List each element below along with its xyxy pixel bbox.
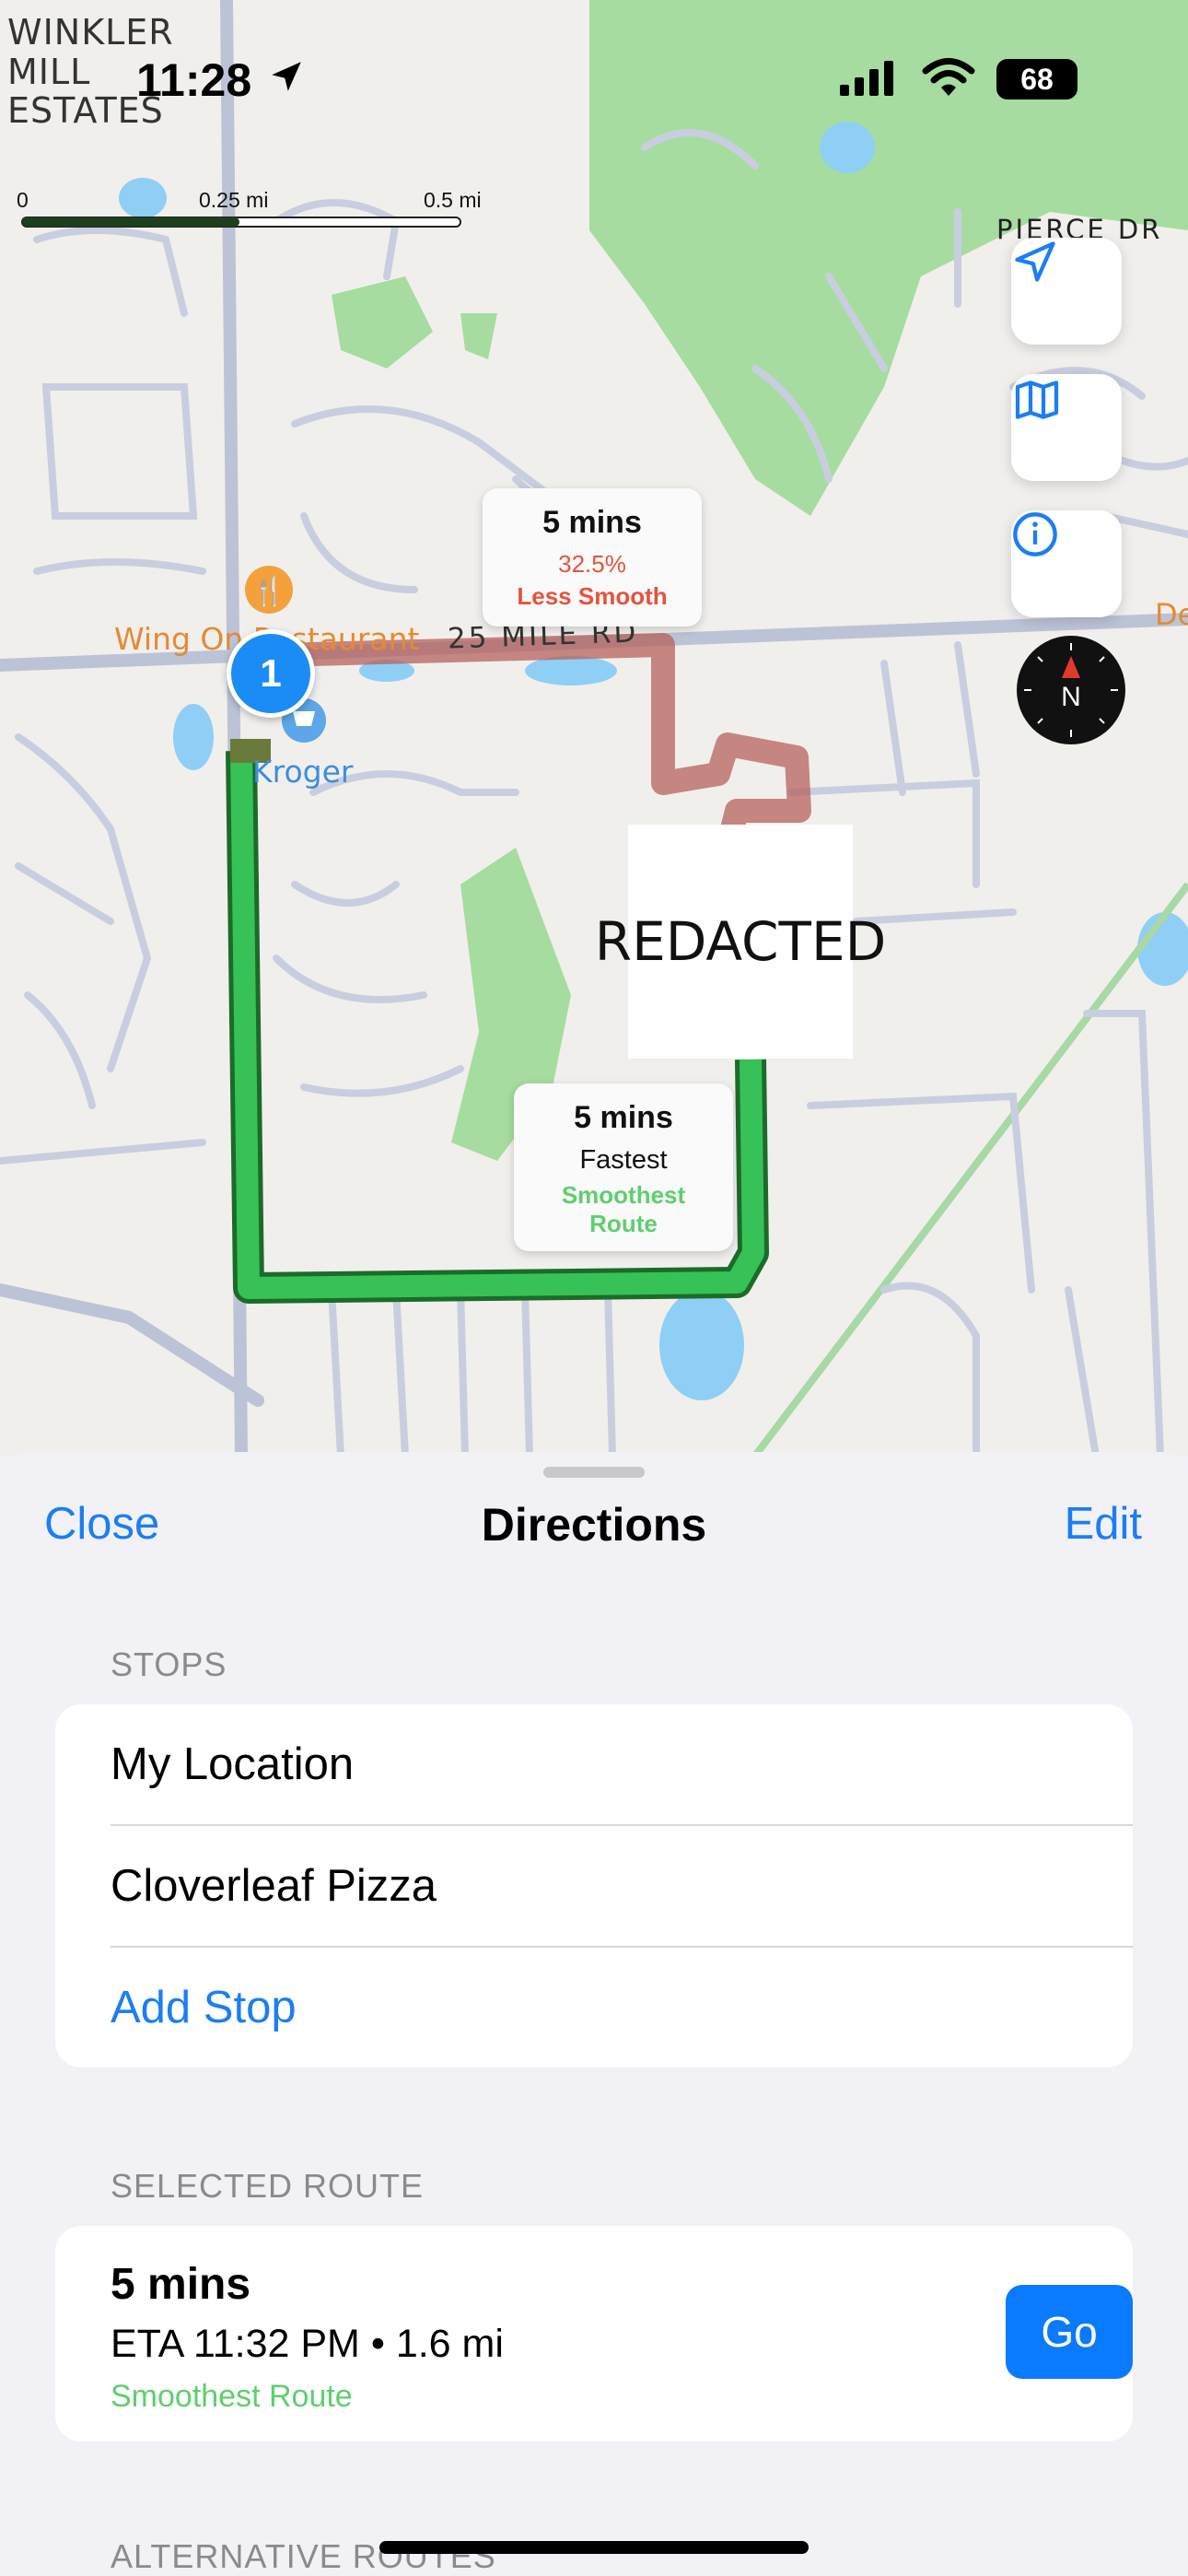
scale-label-2: 0.5 mi [424,188,482,212]
alt-route-time: 5 mins [542,505,642,540]
track-location-button[interactable] [1011,238,1122,345]
go-button[interactable]: Go [1006,2285,1133,2379]
battery-level: 68 [1020,62,1054,96]
stop-item-cloverleaf-pizza[interactable]: Cloverleaf Pizza [111,1826,1133,1948]
compass-label: N [1061,682,1081,712]
sheet-title: Directions [481,1499,707,1551]
battery-indicator: 68 [996,59,1077,100]
info-icon [1013,512,1057,556]
alt-route-callout[interactable]: 5 mins 32.5% Less Smooth [483,488,702,626]
stops-section-label: STOPS [111,1645,227,1683]
status-time: 11:28 [136,54,252,106]
info-button[interactable] [1011,510,1122,617]
route-duration: 5 mins [111,2260,251,2309]
main-route-time: 5 mins [574,1100,673,1135]
alt-route-desc: Less Smooth [517,582,668,610]
main-route-fastest: Fastest [579,1145,668,1175]
route-tag: Smoothest Route [111,2379,353,2414]
svg-text:🍴: 🍴 [251,575,285,608]
selected-route-card[interactable]: 5 mins ETA 11:32 PM • 1.6 mi Smoothest R… [55,2226,1133,2441]
map-icon [1015,381,1059,419]
main-route-route: Route [589,1210,658,1237]
stop-pin[interactable]: 1 [227,629,315,718]
stop-label: Cloverleaf Pizza [111,1861,437,1911]
directions-sheet[interactable]: Close Directions Edit STOPS My Location … [0,1452,1188,2576]
poi-kroger-label[interactable]: Kroger [252,754,354,790]
stop-pin-number: 1 [260,651,282,695]
main-route-callout[interactable]: 5 mins Fastest Smoothest Route [514,1083,733,1251]
map-mode-button[interactable] [1011,374,1122,481]
map-view[interactable]: 🍴 WINKLER MILL ESTATES 11:28 68 0 0.25 m… [0,0,1188,1456]
home-indicator[interactable] [379,2541,809,2554]
add-stop-button[interactable]: Add Stop [111,1948,1133,2067]
add-stop-label: Add Stop [111,1983,297,2032]
stop-label: My Location [111,1739,355,1789]
selected-route-section-label: SELECTED ROUTE [111,2167,425,2205]
redacted-box: REDACTED [595,825,886,1059]
stop-item-my-location[interactable]: My Location [111,1704,1133,1826]
scale-label-1: 0.25 mi [199,188,269,212]
edit-button[interactable]: Edit [1065,1498,1142,1550]
compass-button[interactable]: N [1017,636,1125,744]
stops-card: My Location Cloverleaf Pizza Add Stop [55,1704,1133,2067]
main-route-smoothest: Smoothest [561,1181,686,1209]
alt-route-percent: 32.5% [558,550,626,578]
location-arrow-icon [1015,241,1055,282]
sheet-grabber[interactable] [543,1467,645,1478]
road-label-right-edge: De [1155,597,1188,632]
route-eta: ETA 11:32 PM • 1.6 mi [111,2322,504,2366]
scale-label-0: 0 [17,188,29,212]
